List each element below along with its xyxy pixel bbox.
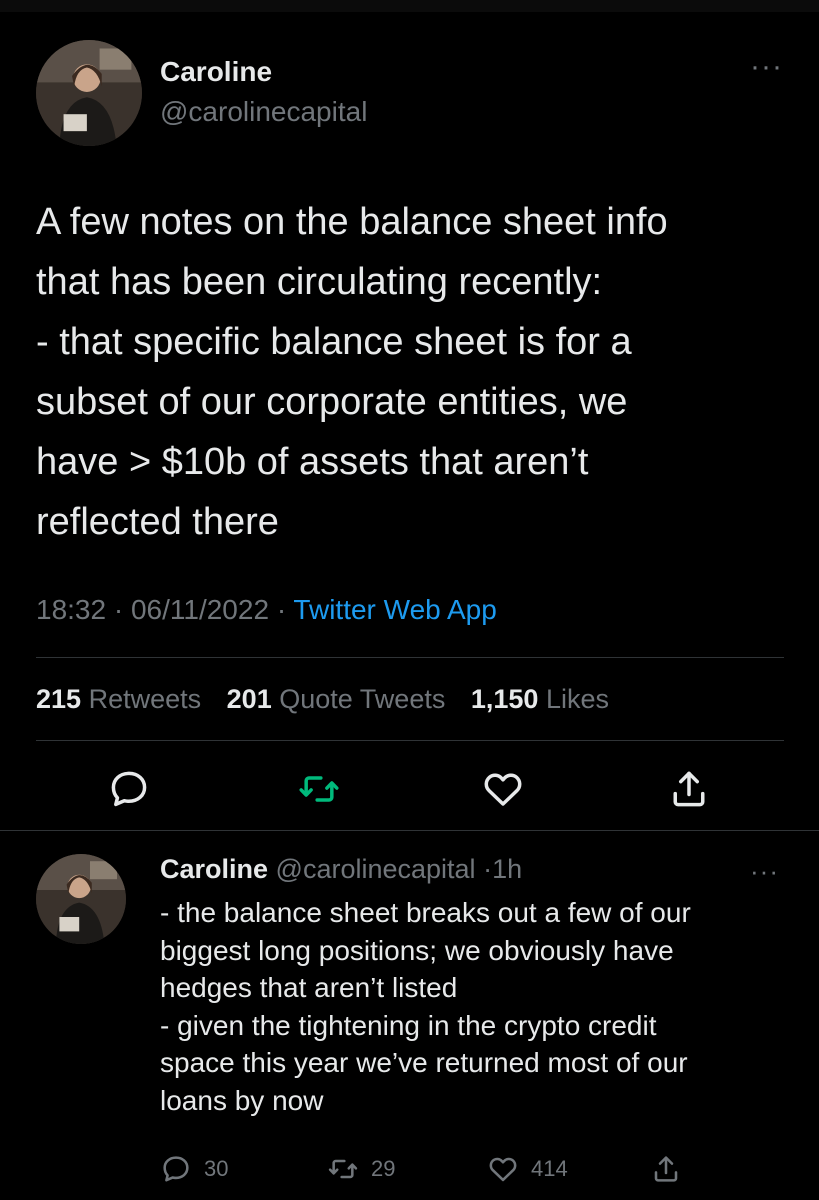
tweet-source-app[interactable]: Twitter Web App xyxy=(293,594,496,625)
reply-time[interactable]: 1h xyxy=(492,854,522,884)
reply-author-handle[interactable]: @carolinecapital xyxy=(276,854,476,884)
avatar-photo xyxy=(36,854,126,944)
more-options-icon[interactable]: ··· xyxy=(750,858,779,884)
retweet-count: 29 xyxy=(371,1156,396,1181)
reply-avatar[interactable] xyxy=(36,854,126,944)
avatar[interactable] xyxy=(36,40,142,146)
status-bar-strip xyxy=(0,0,819,12)
retweet-icon[interactable] xyxy=(297,767,341,811)
reply-share-button[interactable] xyxy=(650,1152,682,1186)
reply-header: Caroline @carolinecapital ·1h xyxy=(160,854,522,885)
reply-count: 30 xyxy=(204,1156,229,1181)
reply-retweet-button[interactable]: 29 xyxy=(327,1152,395,1186)
retweet-icon xyxy=(328,1159,358,1179)
reply-icon xyxy=(163,1156,189,1182)
author-handle[interactable]: @carolinecapital xyxy=(160,96,367,128)
tweet-text: A few notes on the balance sheet info th… xyxy=(36,201,668,543)
more-options-icon[interactable]: ··· xyxy=(750,52,783,82)
reply-reply-button[interactable]: 30 xyxy=(160,1152,228,1186)
like-count: 414 xyxy=(531,1156,568,1181)
share-icon xyxy=(654,1156,678,1182)
share-icon[interactable] xyxy=(667,767,711,811)
meta-separator: · xyxy=(276,594,287,625)
reply-icon[interactable] xyxy=(107,767,151,811)
reply-like-button[interactable]: 414 xyxy=(487,1152,568,1186)
likes-stat[interactable]: 1,150 Likes xyxy=(471,684,609,714)
author-name[interactable]: Caroline xyxy=(160,56,272,88)
divider xyxy=(0,830,819,831)
avatar-photo xyxy=(36,40,142,146)
engagement-stats: 215 Retweets 201 Quote Tweets 1,150 Like… xyxy=(36,684,627,715)
retweets-stat[interactable]: 215 Retweets xyxy=(36,684,201,714)
tweet-date[interactable]: 06/11/2022 xyxy=(131,594,269,625)
tweet-metadata: 18:32 · 06/11/2022 · Twitter Web App xyxy=(36,594,497,626)
tweet-time[interactable]: 18:32 xyxy=(36,594,106,625)
meta-separator: · xyxy=(113,594,124,625)
reply-separator: · xyxy=(483,854,493,884)
divider xyxy=(36,740,784,741)
like-icon[interactable] xyxy=(481,767,525,811)
reply-text: - the balance sheet breaks out a few of … xyxy=(160,897,691,1116)
divider xyxy=(36,657,784,658)
reply-author-name[interactable]: Caroline xyxy=(160,854,268,884)
like-icon xyxy=(489,1157,517,1182)
quote-tweets-stat[interactable]: 201 Quote Tweets xyxy=(227,684,446,714)
